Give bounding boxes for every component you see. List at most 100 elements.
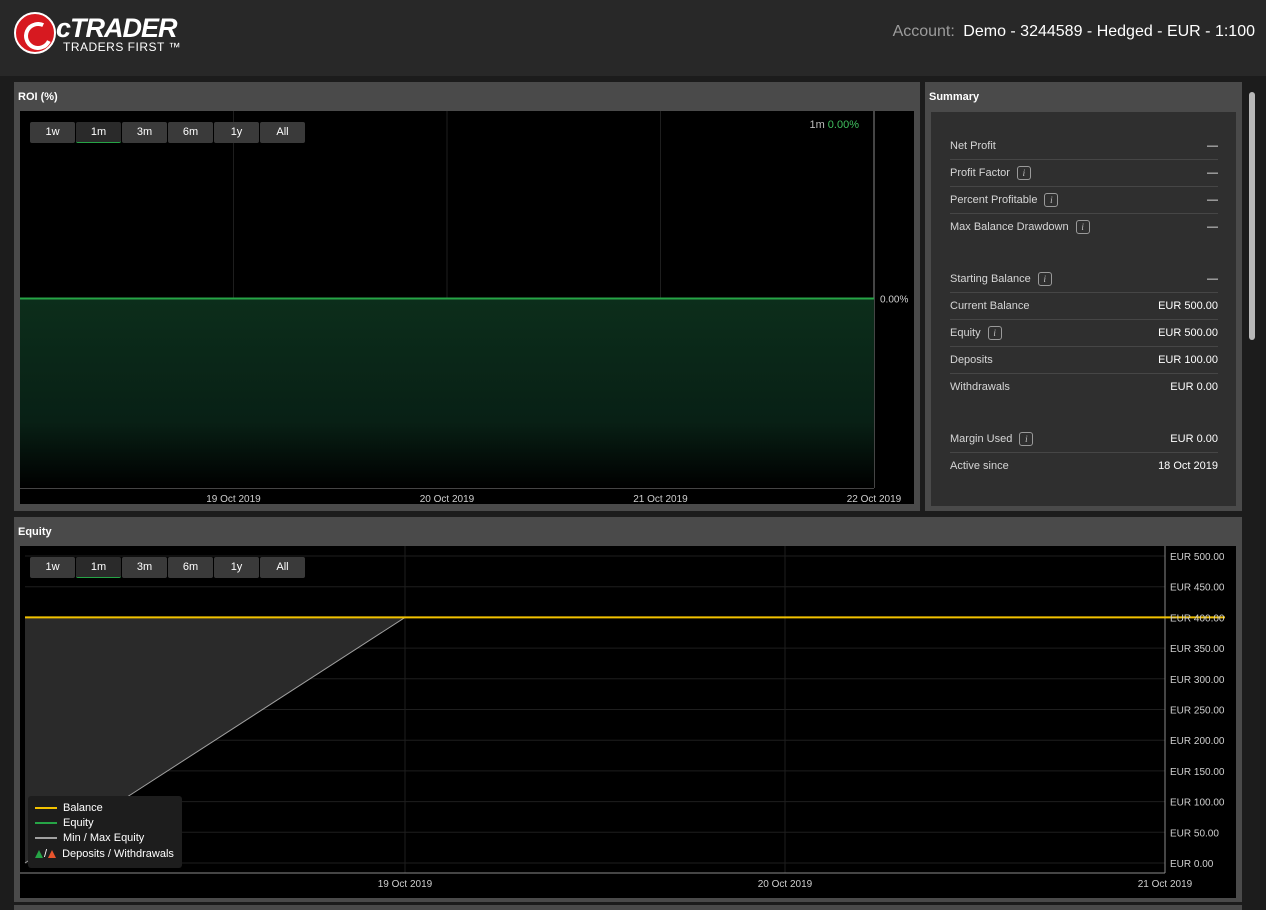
legend-label-deposits: Deposits / Withdrawals	[62, 848, 174, 860]
logo-text: cTRADER	[56, 13, 178, 43]
roi-range-button-1m[interactable]: 1m	[76, 122, 121, 143]
roi-range-selector: 1w 1m 3m 6m 1y All	[30, 122, 306, 143]
roi-panel: ROI (%) 19 Oct 2019 20 Oct 2019 21 Oct 201…	[14, 82, 920, 511]
roi-x-tick-label: 20 Oct 2019	[420, 494, 475, 504]
roi-range-button-all[interactable]: All	[260, 122, 305, 143]
summary-value: —	[1207, 167, 1218, 179]
equity-range-button-1w[interactable]: 1w	[30, 557, 75, 578]
summary-row-equity: Equity i EUR 500.00	[950, 320, 1218, 347]
roi-range-button-1y[interactable]: 1y	[214, 122, 259, 143]
roi-range-button-6m[interactable]: 6m	[168, 122, 213, 143]
summary-row-profit-factor: Profit Factor i —	[950, 160, 1218, 187]
roi-range-button-3m[interactable]: 3m	[122, 122, 167, 143]
equity-chart-svg: EUR 0.00 EUR 50.00 EUR 100.00 EUR 150.00 EUR…	[20, 546, 1225, 890]
roi-y-tick-label: 0.00%	[880, 295, 908, 306]
summary-row-current-balance: Current Balance EUR 500.00	[950, 293, 1218, 320]
logo-emblem-icon	[14, 12, 56, 54]
summary-row-starting-balance: Starting Balance i —	[950, 266, 1218, 293]
summary-label: Net Profit	[950, 140, 996, 152]
equity-y-tick-label: EUR 200.00	[1170, 736, 1225, 747]
legend-item-minmax[interactable]: Min / Max Equity	[35, 831, 144, 846]
summary-value: EUR 0.00	[1170, 433, 1218, 445]
equity-y-tick-label: EUR 350.00	[1170, 644, 1225, 655]
header: cTRADER TRADERS FIRST ™ Account: Demo - …	[0, 0, 1266, 76]
summary-value: EUR 500.00	[1158, 300, 1218, 312]
legend-item-deposits[interactable]: / Deposits / Withdrawals	[35, 847, 174, 862]
summary-value: —	[1207, 221, 1218, 233]
info-icon[interactable]: i	[1037, 272, 1052, 287]
summary-row-active-since: Active since 18 Oct 2019	[950, 453, 1218, 480]
summary-row-margin-used: Margin Used i EUR 0.00	[950, 426, 1218, 453]
equity-range-button-1y[interactable]: 1y	[214, 557, 259, 578]
equity-chart[interactable]: EUR 0.00 EUR 50.00 EUR 100.00 EUR 150.00 EUR…	[20, 546, 1236, 898]
equity-range-button-all[interactable]: All	[260, 557, 305, 578]
summary-label: Profit Factor	[950, 167, 1010, 179]
equity-y-tick-label: EUR 300.00	[1170, 675, 1225, 686]
equity-y-tick-label: EUR 250.00	[1170, 706, 1225, 717]
summary-label: Deposits	[950, 354, 993, 366]
summary-panel: Summary Net Profit — Profit Factor i — Percen…	[925, 82, 1242, 511]
equity-range-button-3m[interactable]: 3m	[122, 557, 167, 578]
summary-label: Active since	[950, 460, 1009, 472]
balance-swatch-icon	[35, 807, 57, 810]
legend-label-minmax: Min / Max Equity	[63, 832, 145, 844]
equity-swatch-icon	[35, 822, 57, 825]
summary-row-deposits: Deposits EUR 100.00	[950, 347, 1218, 374]
roi-x-tick-label: 19 Oct 2019	[206, 494, 261, 504]
equity-panel-title: Equity	[18, 526, 52, 538]
info-icon[interactable]: i	[1075, 220, 1090, 235]
equity-x-tick-label: 19 Oct 2019	[378, 879, 433, 890]
summary-label: Percent Profitable	[950, 194, 1038, 206]
minmax-swatch-icon	[35, 837, 57, 840]
equity-panel: Equity EUR 0.00 EUR 50.00 EUR 100.00 EUR 15…	[14, 517, 1242, 902]
roi-chart-svg: 19 Oct 2019 20 Oct 2019 21 Oct 2019 22 Oct …	[20, 111, 908, 504]
roi-indicator-range: 1m	[809, 119, 825, 131]
summary-value: EUR 0.00	[1170, 381, 1218, 393]
legend-item-balance[interactable]: Balance	[35, 801, 103, 816]
legend-label-equity: Equity	[63, 817, 94, 829]
roi-indicator-value: 0.00%	[827, 119, 859, 131]
account-value: Demo - 3244589 - Hedged - EUR - 1:100	[963, 23, 1255, 40]
withdrawal-triangle-icon	[48, 850, 57, 859]
info-icon[interactable]: i	[1019, 432, 1034, 447]
summary-value: EUR 100.00	[1158, 354, 1218, 366]
equity-x-tick-label: 20 Oct 2019	[758, 879, 813, 890]
summary-label: Max Balance Drawdown	[950, 221, 1069, 233]
summary-label: Starting Balance	[950, 273, 1031, 285]
roi-area-fill	[20, 298, 874, 488]
summary-row-withdrawals: Withdrawals EUR 0.00	[950, 374, 1218, 401]
roi-chart[interactable]: 19 Oct 2019 20 Oct 2019 21 Oct 2019 22 Oct …	[20, 111, 914, 504]
deposit-triangle-icon	[35, 850, 43, 859]
summary-row-percent-profitable: Percent Profitable i —	[950, 187, 1218, 214]
summary-list: Net Profit — Profit Factor i — Percent Profit…	[931, 112, 1236, 506]
roi-panel-title: ROI (%)	[18, 91, 58, 103]
page-scrollbar-thumb[interactable]	[1249, 92, 1255, 340]
summary-label: Withdrawals	[950, 381, 1010, 393]
info-icon[interactable]: i	[987, 326, 1002, 341]
legend-item-equity[interactable]: Equity	[35, 816, 94, 831]
equity-x-tick-label: 21 Oct 2019	[1138, 879, 1193, 890]
account-info[interactable]: Account: Demo - 3244589 - Hedged - EUR -…	[893, 22, 1255, 42]
ctrader-logo[interactable]: cTRADER TRADERS FIRST ™	[14, 12, 194, 58]
summary-panel-title: Summary	[929, 91, 980, 103]
equity-range-button-6m[interactable]: 6m	[168, 557, 213, 578]
equity-y-tick-label: EUR 400.00	[1170, 613, 1225, 624]
equity-legend: Balance Equity Min / Max Equity / Deposit…	[28, 796, 182, 868]
equity-range-button-1m[interactable]: 1m	[76, 557, 121, 578]
roi-indicator: 1m 0.00%	[809, 119, 859, 131]
summary-value: —	[1207, 194, 1218, 206]
summary-value: EUR 500.00	[1158, 327, 1218, 339]
summary-row-max-balance-drawdown: Max Balance Drawdown i —	[950, 214, 1218, 241]
summary-label: Equity	[950, 327, 981, 339]
equity-y-tick-label: EUR 450.00	[1170, 583, 1225, 594]
legend-slash: /	[44, 848, 48, 860]
info-icon[interactable]: i	[1044, 193, 1059, 208]
equity-y-tick-label: EUR 100.00	[1170, 798, 1225, 809]
info-icon[interactable]: i	[1016, 166, 1031, 181]
summary-value: —	[1207, 140, 1218, 152]
logo-tagline: TRADERS FIRST ™	[63, 40, 181, 54]
summary-label: Current Balance	[950, 300, 1030, 312]
equity-y-tick-label: EUR 500.00	[1170, 552, 1225, 563]
roi-range-button-1w[interactable]: 1w	[30, 122, 75, 143]
summary-value: 18 Oct 2019	[1158, 460, 1218, 472]
